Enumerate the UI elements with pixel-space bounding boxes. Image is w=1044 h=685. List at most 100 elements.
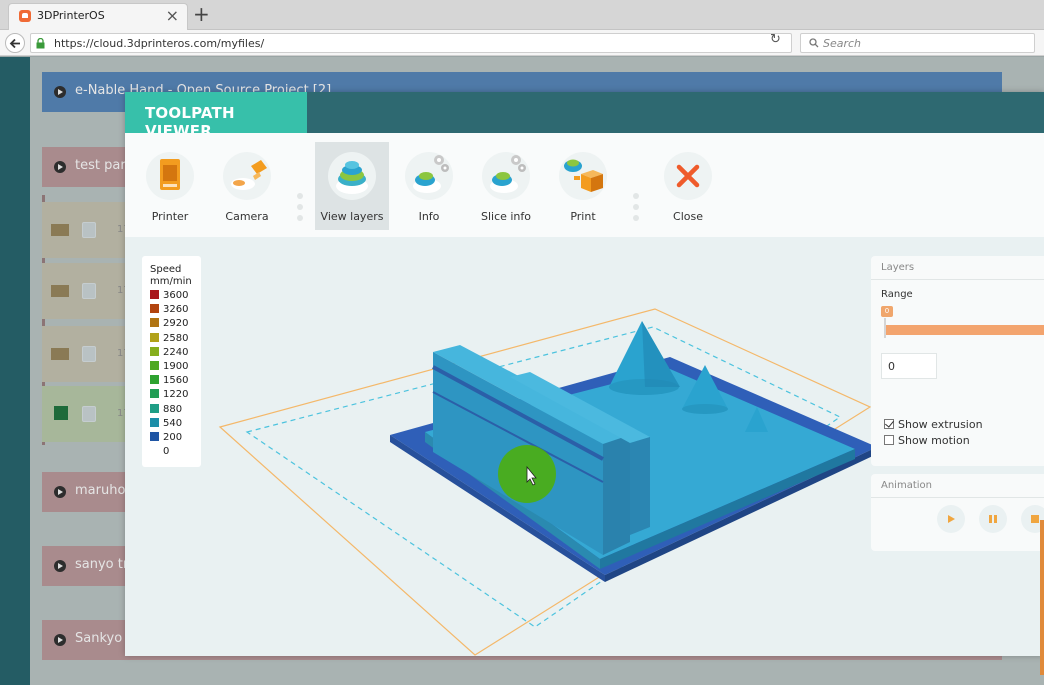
legend-item: 2240 [150, 346, 188, 361]
back-button[interactable] [5, 33, 25, 53]
tab-close-icon[interactable]: × [166, 6, 179, 26]
address-bar[interactable]: https://cloud.3dprinteros.com/myfiles/ [30, 33, 792, 53]
info-gear-icon [413, 155, 449, 193]
range-value-badge: 0 [881, 306, 893, 317]
legend-item: 880 [150, 403, 182, 418]
legend-item: 1560 [150, 375, 188, 389]
toolbar-separator [297, 193, 303, 226]
layer-number-input[interactable]: 0 [881, 353, 937, 379]
browser-tab-bar: 3DPrinterOS × + [0, 0, 1044, 30]
layer-range-slider[interactable] [885, 325, 1044, 335]
file-icon [82, 406, 96, 422]
viewer-toolbar: Printer Camera View layers Info Slice in… [125, 133, 1044, 237]
toolpath-3d-viewport[interactable]: Speed mm/min 3600 3260 2920 2580 2240 1900 156… [125, 237, 1044, 656]
legend-item: 200 [150, 432, 182, 446]
view-layers-button[interactable]: View layers [315, 142, 389, 230]
play-button[interactable] [937, 505, 965, 533]
animation-panel: Animation [871, 474, 1044, 551]
legend-item: 0 [150, 446, 169, 460]
pause-button[interactable] [979, 505, 1007, 533]
search-input[interactable]: Search [800, 33, 1035, 53]
layers-icon [336, 161, 368, 194]
printer-button[interactable]: Printer [133, 142, 207, 230]
file-icon [82, 222, 96, 238]
expand-icon[interactable] [54, 486, 66, 498]
expand-icon[interactable] [54, 161, 66, 173]
info-button[interactable]: Info [392, 142, 466, 230]
legend-item: 2580 [150, 332, 188, 347]
new-tab-icon[interactable]: + [193, 2, 210, 26]
legend-swatch [150, 375, 159, 385]
browser-nav-bar: https://cloud.3dprinteros.com/myfiles/ ↻… [0, 30, 1044, 56]
file-icon [82, 283, 96, 299]
file-thumbnail [51, 224, 69, 236]
file-row[interactable]: 17 [42, 263, 130, 319]
modal-header: TOOLPATH VIEWER [125, 92, 1044, 140]
checkbox-unchecked[interactable] [884, 435, 894, 445]
file-thumbnail [51, 348, 69, 360]
slice-info-button[interactable]: Slice info [469, 142, 543, 230]
range-label: Range [881, 289, 913, 300]
legend-item: 1220 [150, 389, 188, 403]
show-extrusion-checkbox[interactable]: Show extrusion [884, 418, 983, 431]
checkbox-checked[interactable] [884, 419, 894, 429]
legend-title: Speed [150, 264, 182, 275]
expand-icon[interactable] [54, 560, 66, 572]
legend-item: 540 [150, 417, 182, 432]
layers-title: Layers [881, 262, 915, 273]
legend-item: 3260 [150, 304, 188, 318]
file-thumbnail [51, 285, 69, 297]
legend-swatch [150, 361, 159, 370]
toolbar-separator [633, 193, 639, 226]
legend-swatch [150, 290, 159, 299]
legend-swatch [150, 446, 159, 455]
close-button[interactable]: Close [651, 142, 725, 230]
camera-icon [231, 160, 267, 190]
show-motion-checkbox[interactable]: Show motion [884, 434, 970, 447]
file-row[interactable]: 17 [42, 326, 130, 382]
legend-swatch [150, 346, 159, 356]
reload-icon[interactable]: ↻ [770, 32, 781, 47]
legend-swatch [150, 318, 159, 328]
search-placeholder: Search [823, 37, 862, 50]
animation-title: Animation [881, 480, 932, 491]
camera-button[interactable]: Camera [210, 142, 284, 230]
page-scroll-edge [1040, 520, 1044, 675]
speed-legend: Speed mm/min 3600 3260 2920 2580 2240 1900 156… [142, 256, 201, 467]
printer-icon [160, 159, 180, 190]
layers-panel: Layers Range 0 0 Show extrusion Show mot… [871, 256, 1044, 466]
file-thumbnail [54, 406, 68, 420]
legend-item: 3600 [150, 290, 188, 304]
tab-title: 3DPrinterOS [37, 9, 105, 22]
stop-icon [1031, 515, 1039, 523]
legend-swatch [150, 332, 159, 342]
legend-swatch [150, 432, 159, 441]
toolpath-viewer-modal: TOOLPATH VIEWER Printer Camera View laye… [125, 92, 1044, 656]
legend-item: 1900 [150, 361, 188, 375]
pause-icon [989, 515, 997, 523]
modal-title-tab: TOOLPATH VIEWER [125, 92, 307, 140]
back-arrow-icon [9, 38, 20, 49]
play-icon [948, 515, 955, 523]
legend-unit: mm/min [150, 276, 192, 287]
expand-icon[interactable] [54, 86, 66, 98]
legend-item: 2920 [150, 318, 188, 332]
close-x-icon [676, 164, 700, 188]
browser-tab[interactable]: 3DPrinterOS × [8, 3, 188, 30]
range-slider-handle[interactable] [884, 318, 886, 338]
legend-swatch [150, 304, 159, 314]
print-button[interactable]: Print [546, 142, 620, 230]
file-row[interactable]: 17 [42, 202, 130, 258]
search-icon [809, 38, 819, 48]
lock-icon [36, 38, 45, 49]
file-icon [82, 346, 96, 362]
expand-icon[interactable] [54, 634, 66, 646]
file-row[interactable]: 17 [42, 386, 130, 442]
legend-swatch [150, 389, 159, 399]
legend-swatch [150, 417, 159, 427]
page-side-strip [0, 57, 30, 685]
legend-swatch [150, 403, 159, 413]
favicon-icon [19, 10, 31, 22]
slice-gear-icon [490, 155, 526, 193]
print-box-icon [564, 159, 603, 192]
